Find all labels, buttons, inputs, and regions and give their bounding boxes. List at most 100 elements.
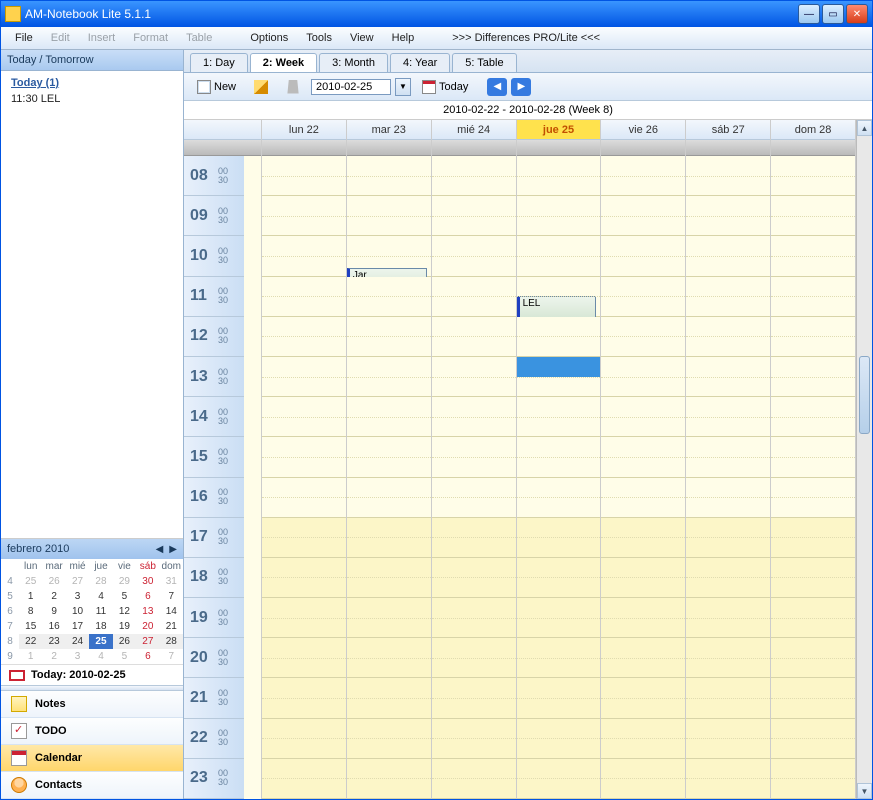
time-cell[interactable] (432, 759, 516, 799)
mini-day[interactable]: 26 (42, 574, 65, 589)
scroll-up-icon[interactable]: ▲ (857, 120, 872, 136)
time-cell[interactable] (347, 558, 431, 598)
time-cell[interactable] (347, 719, 431, 759)
time-cell[interactable] (517, 397, 601, 437)
allday-cell[interactable] (432, 140, 516, 156)
time-cell[interactable] (771, 317, 855, 357)
time-cell[interactable] (432, 518, 516, 558)
time-cell[interactable] (601, 236, 685, 276)
allday-cell[interactable] (517, 140, 601, 156)
mini-day[interactable]: 4 (89, 649, 112, 664)
time-cell[interactable] (432, 236, 516, 276)
day-column[interactable]: mié 24 (432, 120, 517, 799)
time-cell[interactable] (771, 196, 855, 236)
time-cell[interactable] (432, 678, 516, 718)
mini-day[interactable]: 20 (136, 619, 159, 634)
day-column[interactable]: mar 23 Jar (347, 120, 432, 799)
today-event[interactable]: 11:30 LEL (11, 91, 173, 107)
mini-day[interactable]: 18 (89, 619, 112, 634)
time-cell[interactable] (262, 196, 346, 236)
time-cell[interactable] (517, 317, 601, 357)
time-cell[interactable] (771, 598, 855, 638)
mini-day[interactable]: 29 (113, 574, 136, 589)
mini-day[interactable]: 26 (113, 634, 136, 649)
close-button[interactable]: ✕ (846, 4, 868, 24)
mini-day[interactable]: 3 (66, 649, 89, 664)
titlebar[interactable]: AM-Notebook Lite 5.1.1 — ▭ ✕ (1, 1, 872, 27)
mini-day[interactable]: 25 (19, 574, 42, 589)
time-cell[interactable] (601, 638, 685, 678)
time-cell[interactable] (262, 236, 346, 276)
time-cell[interactable] (347, 518, 431, 558)
time-cell[interactable] (432, 478, 516, 518)
mini-day[interactable]: 22 (19, 634, 42, 649)
mini-day[interactable]: 25 (89, 634, 112, 649)
time-cell[interactable] (686, 518, 770, 558)
date-input[interactable] (311, 79, 391, 95)
time-cell[interactable] (517, 719, 601, 759)
time-cell[interactable] (601, 196, 685, 236)
nav-notes[interactable]: Notes (1, 691, 183, 718)
time-cell[interactable] (347, 196, 431, 236)
time-cell[interactable] (262, 357, 346, 397)
time-cell[interactable] (432, 558, 516, 598)
time-cell[interactable] (601, 518, 685, 558)
time-cell[interactable] (432, 357, 516, 397)
time-cell[interactable] (601, 317, 685, 357)
time-cell[interactable] (517, 236, 601, 276)
time-cell[interactable] (517, 437, 601, 477)
time-cell[interactable] (771, 638, 855, 678)
time-cell[interactable] (601, 277, 685, 317)
time-cell[interactable] (771, 397, 855, 437)
day-column[interactable]: dom 28 (771, 120, 856, 799)
mini-day[interactable]: 7 (160, 649, 183, 664)
mini-day[interactable]: 10 (66, 604, 89, 619)
allday-cell[interactable] (686, 140, 770, 156)
mini-day[interactable]: 12 (113, 604, 136, 619)
time-cell[interactable] (262, 678, 346, 718)
tab-year[interactable]: 4: Year (390, 53, 450, 72)
mini-day[interactable]: 14 (160, 604, 183, 619)
mini-day[interactable]: 2 (42, 649, 65, 664)
mini-day[interactable]: 5 (113, 649, 136, 664)
new-button[interactable]: New (190, 77, 243, 97)
time-cell[interactable] (771, 759, 855, 799)
time-cell[interactable] (347, 598, 431, 638)
allday-cell[interactable] (347, 140, 431, 156)
time-cell[interactable] (771, 357, 855, 397)
mini-day[interactable]: 23 (42, 634, 65, 649)
mini-day[interactable]: 31 (160, 574, 183, 589)
mini-day[interactable]: 5 (113, 589, 136, 604)
day-column[interactable]: vie 26 (601, 120, 686, 799)
mini-day[interactable]: 15 (19, 619, 42, 634)
allday-cell[interactable] (601, 140, 685, 156)
time-cell[interactable] (432, 397, 516, 437)
mini-day[interactable]: 3 (66, 589, 89, 604)
menu-tools[interactable]: Tools (298, 29, 340, 47)
time-cell[interactable] (601, 598, 685, 638)
day-header[interactable]: jue 25 (517, 120, 601, 140)
day-header[interactable]: vie 26 (601, 120, 685, 140)
time-cell[interactable] (347, 156, 431, 196)
day-column[interactable]: sáb 27 (686, 120, 771, 799)
time-cell[interactable] (262, 317, 346, 357)
time-cell[interactable] (771, 277, 855, 317)
time-cell[interactable] (517, 518, 601, 558)
time-cell[interactable] (347, 759, 431, 799)
time-cell[interactable] (771, 719, 855, 759)
day-header[interactable]: mar 23 (347, 120, 431, 140)
mini-day[interactable]: 24 (66, 634, 89, 649)
next-week-button[interactable]: ▶ (511, 78, 531, 96)
time-cell[interactable] (686, 719, 770, 759)
vertical-scrollbar[interactable]: ▲ ▼ (856, 120, 872, 799)
time-cell[interactable] (601, 759, 685, 799)
scroll-thumb[interactable] (859, 356, 870, 434)
time-cell[interactable] (432, 638, 516, 678)
time-cell[interactable] (432, 317, 516, 357)
time-cell[interactable] (347, 478, 431, 518)
tab-week[interactable]: 2: Week (250, 53, 317, 72)
time-cell[interactable] (686, 317, 770, 357)
time-cell[interactable] (262, 759, 346, 799)
time-cell[interactable] (262, 437, 346, 477)
time-cell[interactable] (262, 518, 346, 558)
